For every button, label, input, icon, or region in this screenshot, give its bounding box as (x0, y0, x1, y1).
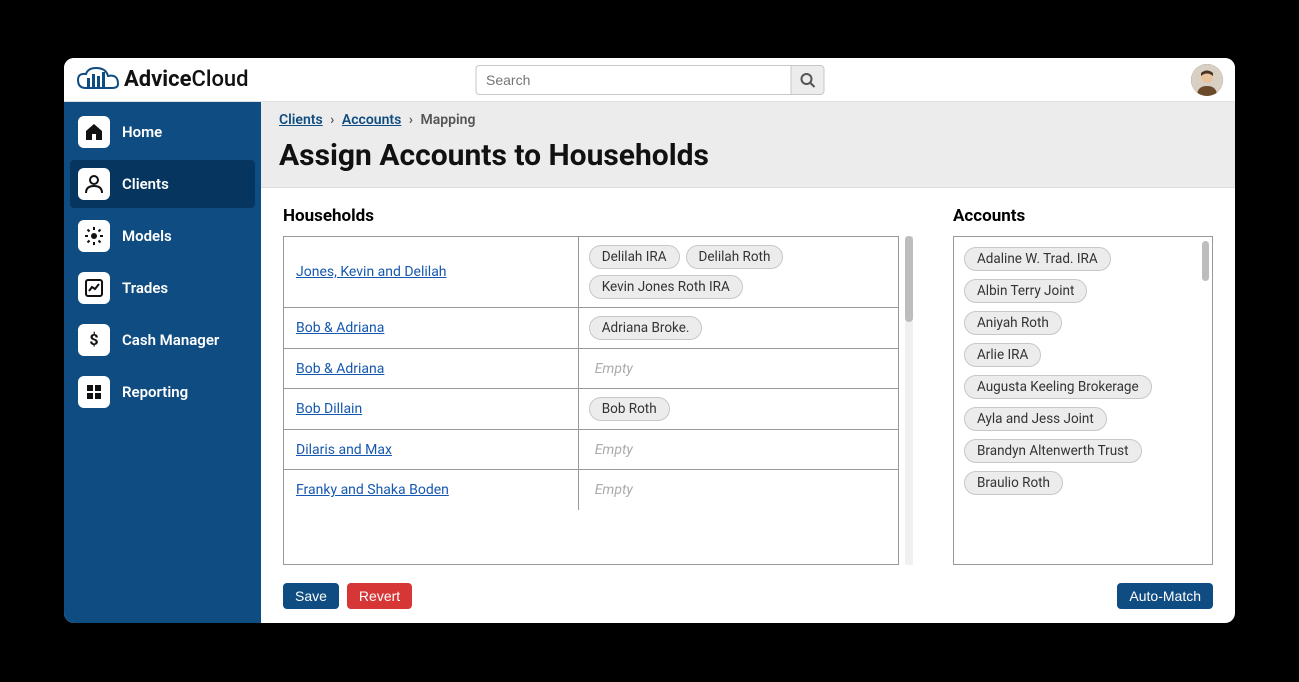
sidebar-item-trades[interactable]: Trades (70, 264, 255, 312)
accounts-title: Accounts (953, 206, 1213, 226)
breadcrumb: Clients › Accounts › Mapping (279, 112, 1217, 128)
household-name-cell: Bob & Adriana (284, 349, 579, 388)
account-chip[interactable]: Albin Terry Joint (964, 279, 1087, 303)
sidebar: Home Clients Models Trades (64, 102, 261, 623)
accounts-scrollbar[interactable] (1202, 241, 1209, 281)
body: Home Clients Models Trades (64, 102, 1235, 623)
household-link[interactable]: Jones, Kevin and Delilah (296, 264, 447, 280)
svg-text:$: $ (89, 330, 98, 349)
account-chip[interactable]: Aniyah Roth (964, 311, 1062, 335)
avatar-icon (1191, 64, 1223, 96)
household-row: Bob & Adriana Empty (284, 349, 898, 389)
household-link[interactable]: Bob Dillain (296, 401, 362, 417)
household-row: Franky and Shaka Boden Empty (284, 470, 898, 510)
sidebar-item-home[interactable]: Home (70, 108, 255, 156)
account-chip[interactable]: Adaline W. Trad. IRA (964, 247, 1111, 271)
content: Clients › Accounts › Mapping Assign Acco… (261, 102, 1235, 623)
household-accounts-cell[interactable]: Adriana Broke. (579, 308, 898, 348)
household-accounts-cell[interactable]: Delilah IRADelilah Roth Kevin Jones Roth … (579, 237, 898, 307)
sidebar-item-label: Trades (122, 279, 168, 297)
action-row: Save Revert Auto-Match (261, 575, 1235, 623)
household-row: Dilaris and Max Empty (284, 430, 898, 470)
sidebar-item-clients[interactable]: Clients (70, 160, 255, 208)
brand-logo[interactable]: AdviceCloud (76, 66, 249, 94)
brand-bold: Advice (124, 67, 191, 92)
household-name-cell: Bob Dillain (284, 389, 579, 429)
account-chip[interactable]: Ayla and Jess Joint (964, 407, 1107, 431)
household-accounts-cell[interactable]: Bob Roth (579, 389, 898, 429)
account-chip[interactable]: Braulio Roth (964, 471, 1063, 495)
sidebar-item-models[interactable]: Models (70, 212, 255, 260)
breadcrumb-sep: › (409, 112, 413, 128)
sidebar-item-label: Reporting (122, 383, 188, 401)
save-button[interactable]: Save (283, 583, 339, 609)
empty-label: Empty (589, 359, 639, 379)
breadcrumb-current: Mapping (421, 112, 476, 128)
account-chip[interactable]: Brandyn Altenwerth Trust (964, 439, 1142, 463)
empty-label: Empty (589, 480, 639, 500)
account-chip[interactable]: Kevin Jones Roth IRA (589, 275, 743, 299)
gear-icon (78, 220, 110, 252)
app-window: AdviceCloud (64, 58, 1235, 623)
breadcrumb-sep: › (330, 112, 334, 128)
account-chip[interactable]: Delilah Roth (686, 245, 784, 269)
household-link[interactable]: Dilaris and Max (296, 442, 392, 458)
accounts-panel: Accounts Adaline W. Trad. IRA Albin Terry… (953, 206, 1213, 565)
empty-label: Empty (589, 440, 639, 460)
page-title: Assign Accounts to Households (279, 138, 1217, 173)
household-link[interactable]: Franky and Shaka Boden (296, 482, 449, 498)
search-icon (799, 72, 815, 88)
account-chip[interactable]: Adriana Broke. (589, 316, 703, 340)
breadcrumb-clients[interactable]: Clients (279, 112, 323, 128)
search-input[interactable] (475, 65, 790, 95)
household-link[interactable]: Bob & Adriana (296, 361, 384, 377)
account-chip[interactable]: Arlie IRA (964, 343, 1041, 367)
household-name-cell: Jones, Kevin and Delilah (284, 237, 579, 307)
auto-match-button[interactable]: Auto-Match (1117, 583, 1213, 609)
topbar: AdviceCloud (64, 58, 1235, 102)
breadcrumb-accounts[interactable]: Accounts (342, 112, 401, 128)
content-header: Clients › Accounts › Mapping Assign Acco… (261, 102, 1235, 188)
user-avatar[interactable] (1191, 64, 1223, 96)
account-chip[interactable]: Bob Roth (589, 397, 670, 421)
household-row: Bob Dillain Bob Roth (284, 389, 898, 430)
accounts-box: Adaline W. Trad. IRA Albin Terry Joint Ani… (953, 236, 1213, 565)
sidebar-item-label: Home (122, 123, 162, 141)
sidebar-item-cash-manager[interactable]: $ Cash Manager (70, 316, 255, 364)
account-chip[interactable]: Delilah IRA (589, 245, 680, 269)
household-name-cell: Bob & Adriana (284, 308, 579, 348)
cloud-logo-icon (76, 66, 120, 94)
revert-button[interactable]: Revert (347, 583, 412, 609)
chart-icon (78, 272, 110, 304)
household-accounts-cell[interactable]: Empty (579, 349, 898, 388)
sidebar-item-reporting[interactable]: Reporting (70, 368, 255, 416)
household-row: Bob & Adriana Adriana Broke. (284, 308, 898, 349)
account-chip[interactable]: Augusta Keeling Brokerage (964, 375, 1152, 399)
sidebar-item-label: Cash Manager (122, 331, 219, 349)
households-title: Households (283, 206, 913, 226)
brand-light: Cloud (191, 67, 248, 92)
household-row: Jones, Kevin and Delilah Delilah IRADelil… (284, 237, 898, 308)
search-wrap (475, 65, 824, 95)
household-link[interactable]: Bob & Adriana (296, 320, 384, 336)
household-name-cell: Dilaris and Max (284, 430, 579, 469)
households-panel: Households Jones, Kevin and Delilah Delil… (283, 206, 913, 565)
person-icon (78, 168, 110, 200)
household-accounts-cell[interactable]: Empty (579, 470, 898, 510)
home-icon (78, 116, 110, 148)
dollar-icon: $ (78, 324, 110, 356)
household-accounts-cell[interactable]: Empty (579, 430, 898, 469)
sidebar-item-label: Models (122, 227, 172, 245)
households-table: Jones, Kevin and Delilah Delilah IRADelil… (283, 236, 899, 565)
households-scrollbar[interactable] (905, 236, 913, 565)
search-button[interactable] (790, 65, 824, 95)
household-name-cell: Franky and Shaka Boden (284, 470, 579, 510)
sidebar-item-label: Clients (122, 175, 169, 193)
grid-icon (78, 376, 110, 408)
panels: Households Jones, Kevin and Delilah Delil… (261, 188, 1235, 575)
